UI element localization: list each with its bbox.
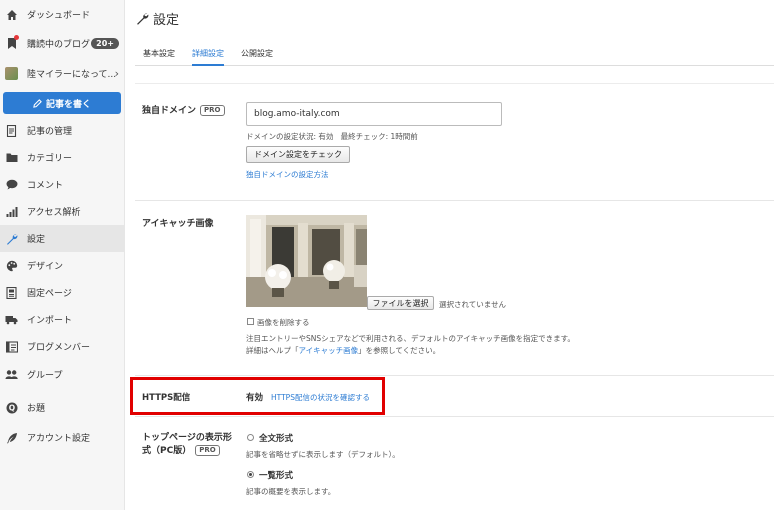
toppage-display-label: トップページの表示形 式（PC版） PRO [142,433,232,456]
fulltext-option-label: 全文形式 [259,434,294,444]
sidebar-item-groups[interactable]: グループ [0,361,125,388]
subscription-count-badge: 20+ [91,38,119,49]
edit-icon [33,98,42,108]
sidebar-item-dashboard[interactable]: ダッシュボード [0,1,125,28]
page-title-text: 設定 [153,13,180,28]
page-icon [5,286,18,299]
eyecatch-help-link[interactable]: アイキャッチ画像 [299,346,359,355]
sidebar-item-account-settings[interactable]: アカウント設定 [0,424,125,451]
sidebar-item-label: 記事の管理 [27,127,73,137]
file-select-button[interactable]: ファイルを選択 [367,296,434,310]
sidebar-item-label: 購読中のブログ [27,40,91,50]
home-icon [5,8,18,21]
custom-domain-input[interactable] [246,102,502,126]
group-icon [5,368,18,381]
sidebar-item-import[interactable]: インポート [0,306,125,333]
delete-image-checkbox[interactable] [247,318,254,325]
truck-icon [5,313,18,326]
domain-help-link[interactable]: 独自ドメインの設定方法 [246,169,329,180]
pro-badge: PRO [200,105,225,116]
sidebar-item-label: ダッシュボード [27,11,91,21]
sidebar-item-blog-members[interactable]: ブログメンバー [0,333,125,360]
folder-icon [5,151,18,164]
https-highlight-box [130,377,385,415]
blog-thumbnail-icon [5,67,18,80]
eyecatch-note: 注目エントリーやSNSシェアなどで利用される、デフォルトのアイキャッチ画像を指定… [246,334,575,343]
eyecatch-image [246,215,367,307]
feather-icon [5,431,18,444]
pro-badge: PRO [195,445,220,456]
sidebar-item-categories[interactable]: カテゴリー [0,144,125,171]
wrench-icon [137,13,149,25]
page-title: 設定 [136,9,179,28]
write-article-button[interactable]: 記事を書く [3,92,121,114]
sidebar-item-label: 設定 [27,235,46,245]
palette-icon [5,259,18,272]
write-article-label: 記事を書く [45,99,91,110]
custom-domain-label: 独自ドメイン PRO [142,103,225,116]
sidebar-item-blog-switcher[interactable]: 陸マイラーになって... › [0,60,125,87]
sidebar-item-articles[interactable]: 記事の管理 [0,117,125,144]
domain-status-text: ドメインの設定状況: 有効 最終チェック: 1時間前 [246,132,418,141]
main-content: 設定 基本設定 詳細設定 公開設定 独自ドメインPRO ドメインの設定状況: 有… [125,0,784,510]
sidebar-item-label: お題 [27,404,46,414]
tab-advanced-settings[interactable]: 詳細設定 [192,48,224,66]
sidebar-item-label: グループ [27,371,63,381]
fulltext-option-desc: 記事を省略せずに表示します（デフォルト）。 [246,450,400,459]
file-status-text: 選択されていません [439,300,507,309]
sidebar-item-label: カテゴリー [27,154,73,164]
settings-tabs: 基本設定 詳細設定 公開設定 [135,44,774,66]
sidebar-item-label: インポート [27,316,73,326]
notification-dot [14,35,19,40]
sidebar-item-analytics[interactable]: アクセス解析 [0,198,125,225]
sidebar-item-comments[interactable]: コメント [0,171,125,198]
eyecatch-label: アイキャッチ画像 [142,219,214,229]
delete-image-label: 画像を削除する [257,318,310,327]
sidebar-item-settings[interactable]: 設定 [0,225,125,252]
list-radio[interactable] [247,471,254,478]
wrench-icon [5,232,18,245]
custom-domain-section: 独自ドメインPRO ドメインの設定状況: 有効 最終チェック: 1時間前 ドメイ… [135,84,774,201]
bookmark-icon [5,35,19,50]
sidebar-item-label: デザイン [27,262,64,272]
fulltext-radio[interactable] [247,434,254,441]
list-option-label: 一覧形式 [259,471,294,481]
tab-basic-settings[interactable]: 基本設定 [143,48,175,66]
chevron-right-icon: › [114,67,119,80]
sidebar-item-label: ブログメンバー [27,343,91,353]
sidebar-item-label: 固定ページ [27,289,72,299]
toppage-display-section: トップページの表示形 式（PC版） PRO 全文形式 記事を省略せずに表示します（… [135,417,774,510]
sidebar-item-subscribed-blogs[interactable]: 購読中のブログ 20+ [0,30,125,57]
sidebar-item-topics[interactable]: Q お題 [0,394,125,421]
svg-text:Q: Q [8,403,14,412]
eyecatch-section: アイキャッチ画像 ファイルを選択 選択されていません 画像を削除する 注目エント… [135,201,774,376]
list-option-desc: 記事の概要を表示します。 [246,487,336,496]
sidebar-item-design[interactable]: デザイン [0,252,125,279]
sidebar-item-label: アカウント設定 [27,434,91,444]
topic-icon: Q [5,401,18,414]
comment-icon [5,178,18,191]
bar-chart-icon [5,205,18,218]
sidebar-item-static-pages[interactable]: 固定ページ [0,279,125,306]
sidebar-item-label: コメント [27,181,64,191]
check-domain-button[interactable]: ドメイン設定をチェック [246,146,350,163]
eyecatch-help-note: 詳細はヘルプ「アイキャッチ画像」を参照してください。 [246,346,441,355]
tab-publish-settings[interactable]: 公開設定 [241,48,273,66]
members-icon [5,340,18,353]
sidebar-item-label: アクセス解析 [27,208,81,218]
sidebar: ダッシュボード 購読中のブログ 20+ 陸マイラーになって... › 記事を書く… [0,0,125,510]
document-icon [5,124,18,137]
sidebar-item-label: 陸マイラーになって... [27,70,117,80]
